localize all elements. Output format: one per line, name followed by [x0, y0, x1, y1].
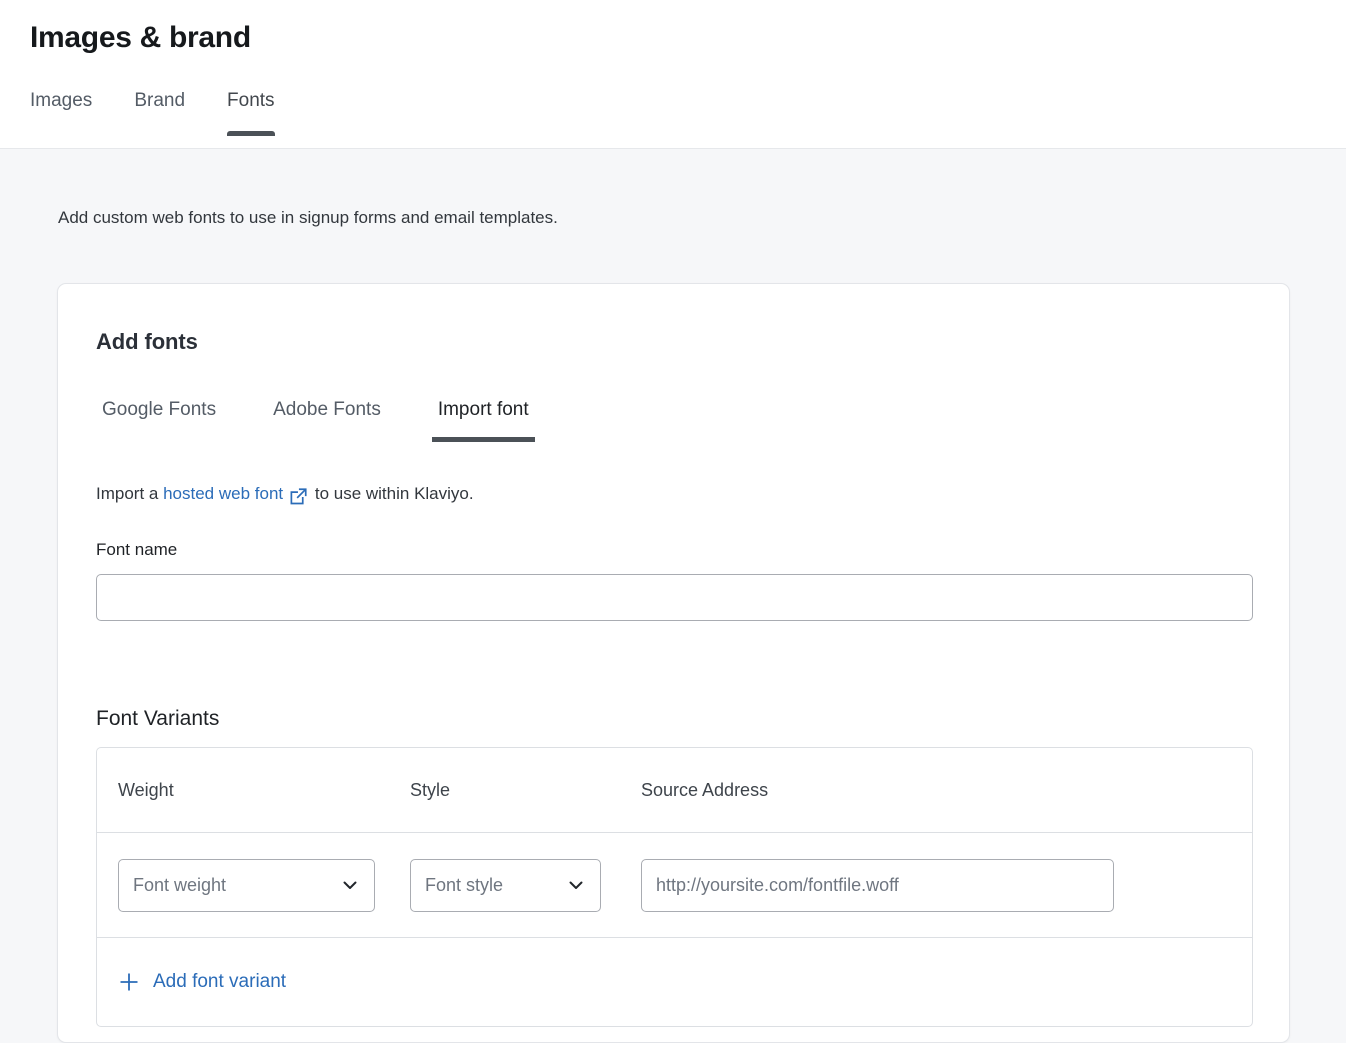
chevron-down-icon — [566, 875, 586, 895]
cell-style: Font style — [410, 859, 641, 912]
page-title: Images & brand — [30, 18, 251, 58]
tab-images-label: Images — [30, 90, 92, 111]
table-row: Font weight Font style — [97, 833, 1252, 938]
import-trail-text: to use within Klaviyo. — [310, 482, 473, 506]
add-font-variant-label: Add font variant — [153, 971, 286, 993]
column-header-weight: Weight — [97, 780, 410, 801]
card-title: Add fonts — [96, 328, 1251, 356]
font-source-tab-bar: Google Fonts Adobe Fonts Import font — [96, 397, 1251, 442]
header-tab-bar: Images Brand Fonts — [30, 88, 275, 136]
tab-adobe-fonts-label: Adobe Fonts — [273, 399, 381, 420]
tab-fonts-label: Fonts — [227, 90, 275, 111]
font-name-label: Font name — [96, 538, 1251, 562]
page-body: Add custom web fonts to use in signup fo… — [0, 149, 1346, 1042]
external-link-icon[interactable] — [290, 488, 307, 505]
import-lead-text: Import a — [96, 482, 163, 506]
source-address-input[interactable] — [641, 859, 1114, 912]
tab-brand[interactable]: Brand — [134, 88, 185, 136]
plus-icon — [118, 971, 140, 993]
font-style-select[interactable]: Font style — [410, 859, 601, 912]
cell-weight: Font weight — [97, 859, 410, 912]
tab-fonts[interactable]: Fonts — [227, 88, 275, 136]
table-header-row: Weight Style Source Address — [97, 748, 1252, 833]
tab-images[interactable]: Images — [30, 88, 92, 136]
table-footer-row: Add font variant — [97, 938, 1252, 1026]
font-style-select-value: Font style — [425, 875, 566, 896]
intro-text: Add custom web fonts to use in signup fo… — [58, 206, 558, 230]
import-description: Import a hosted web font to use within K… — [96, 482, 1251, 506]
font-variants-title: Font Variants — [96, 705, 1251, 733]
chevron-down-icon — [340, 875, 360, 895]
tab-import-font-label: Import font — [438, 399, 529, 420]
page-header: Images & brand Images Brand Fonts — [0, 0, 1346, 149]
add-font-variant-button[interactable]: Add font variant — [118, 971, 286, 993]
font-variants-table: Weight Style Source Address Font weight … — [96, 747, 1253, 1027]
add-fonts-card: Add fonts Google Fonts Adobe Fonts Impor… — [57, 283, 1290, 1043]
column-header-source-address: Source Address — [641, 780, 1252, 801]
font-weight-select-value: Font weight — [133, 875, 340, 896]
font-name-input[interactable] — [96, 574, 1253, 621]
hosted-web-font-link[interactable]: hosted web font — [163, 482, 283, 506]
cell-source-address — [641, 859, 1252, 912]
tab-adobe-fonts[interactable]: Adobe Fonts — [267, 397, 387, 442]
tab-import-font[interactable]: Import font — [432, 397, 535, 442]
tab-google-fonts-label: Google Fonts — [102, 399, 216, 420]
font-weight-select[interactable]: Font weight — [118, 859, 375, 912]
tab-google-fonts[interactable]: Google Fonts — [96, 397, 222, 442]
column-header-style: Style — [410, 780, 641, 801]
tab-brand-label: Brand — [134, 90, 185, 111]
